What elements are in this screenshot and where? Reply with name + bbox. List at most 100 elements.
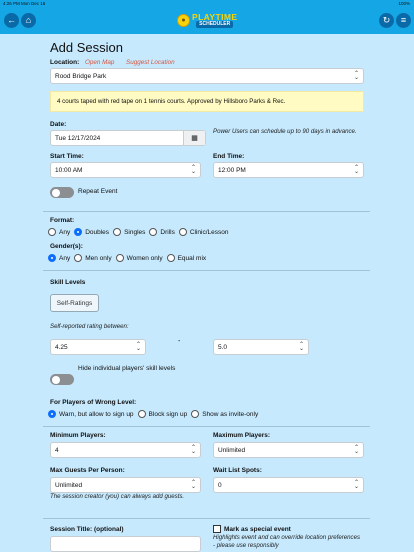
location-note: 4 courts taped with red tape on 1 tennis…	[57, 98, 286, 105]
end-time-value: 12:00 PM	[218, 166, 246, 174]
radio-icon	[113, 228, 122, 236]
start-time-select[interactable]: 10:00 AM ⌃ ⌄	[50, 162, 201, 178]
date-value: Tue 12/17/2024	[55, 134, 101, 142]
session-title-input[interactable]	[50, 536, 201, 552]
page-title: Add Session	[50, 40, 123, 55]
hide-skill-levels-label: Hide individual players' skill levels	[78, 365, 176, 372]
special-event-label: Mark as special event	[224, 525, 291, 533]
repeat-event-label: Repeat Event	[78, 188, 118, 195]
open-map-link[interactable]: Open Map	[85, 59, 114, 66]
app-logo[interactable]: ● PLAYTIME SCHEDULER	[177, 12, 237, 29]
home-button[interactable]: ⌂	[21, 13, 36, 28]
rating-range-label: Self-reported rating between:	[50, 323, 129, 330]
date-note: Power Users can schedule up to 90 days i…	[213, 128, 357, 135]
max-guests-label: Max Guests Per Person:	[50, 467, 125, 474]
wait-list-label: Wait List Spots:	[213, 467, 262, 474]
back-button[interactable]: ←	[4, 13, 19, 28]
back-arrow-icon: ←	[7, 15, 16, 25]
select-arrows-icon: ⌃ ⌄	[353, 71, 359, 81]
special-event-note: Highlights event and can override locati…	[213, 534, 361, 549]
max-players-label: Maximum Players:	[213, 432, 271, 439]
radio-icon	[137, 410, 146, 418]
logo-scheduler: SCHEDULER	[196, 21, 234, 28]
logo-playtime: PLAYTIME	[192, 12, 238, 22]
menu-button[interactable]: ≡	[396, 13, 411, 28]
format-option-any[interactable]: Any	[48, 228, 70, 236]
min-players-label: Minimum Players:	[50, 432, 106, 439]
radio-selected-icon	[48, 410, 56, 418]
max-guests-select[interactable]: Unlimited ⌃ ⌄	[50, 477, 201, 493]
session-title-label: Session Title: (optional)	[50, 526, 124, 533]
wrong-level-option-warn[interactable]: Warn, but allow to sign up	[48, 410, 134, 418]
divider	[43, 211, 370, 212]
repeat-event-toggle[interactable]	[50, 187, 74, 198]
format-label: Format:	[50, 217, 75, 224]
gender-option-any[interactable]: Any	[48, 254, 70, 262]
guests-note: The session creator (you) can always add…	[50, 493, 185, 500]
radio-selected-icon	[48, 254, 56, 262]
format-option-clinic[interactable]: Clinic/Lesson	[178, 228, 229, 236]
format-radio-group: Any Doubles Singles Drills Clinic/Lesson	[48, 228, 233, 236]
end-time-select[interactable]: 12:00 PM ⌃ ⌄	[213, 162, 364, 178]
date-label: Date:	[50, 121, 67, 128]
location-label: Location:	[50, 59, 80, 66]
divider	[43, 426, 370, 427]
calendar-icon[interactable]: ▦	[183, 131, 205, 145]
wrong-level-option-invite-only[interactable]: Show as invite-only	[191, 410, 258, 418]
range-dash: -	[178, 338, 181, 345]
select-arrows-icon: ⌃ ⌄	[353, 445, 359, 455]
skill-levels-label: Skill Levels	[50, 279, 86, 286]
radio-icon	[166, 254, 175, 262]
radio-icon	[149, 228, 158, 236]
hide-skill-levels-toggle[interactable]	[50, 374, 74, 385]
max-players-value: Unlimited	[218, 446, 246, 454]
divider	[43, 270, 370, 271]
gender-radio-group: Any Men only Women only Equal mix	[48, 254, 210, 262]
select-arrows-icon: ⌃ ⌄	[190, 480, 196, 490]
select-arrows-icon: ⌃ ⌄	[190, 445, 196, 455]
status-time: 4:26 PM Mon Dec 16	[3, 0, 46, 6]
max-players-select[interactable]: Unlimited ⌃ ⌄	[213, 442, 364, 458]
rating-max-value: 5.0	[218, 343, 228, 351]
refresh-button[interactable]: ↻	[379, 13, 394, 28]
rating-max-select[interactable]: 5.0 ⌃ ⌄	[213, 339, 309, 355]
start-time-label: Start Time:	[50, 153, 84, 160]
radio-icon	[191, 410, 200, 418]
location-info-box: 4 courts taped with red tape on 1 tennis…	[50, 91, 364, 112]
home-icon: ⌂	[25, 15, 32, 25]
rating-min-select[interactable]: 4.25 ⌃ ⌄	[50, 339, 146, 355]
checkbox-icon	[213, 525, 221, 533]
radio-icon	[48, 228, 56, 236]
suggest-location-link[interactable]: Suggest Location	[126, 59, 175, 66]
date-input[interactable]: Tue 12/17/2024 ▦	[50, 130, 206, 146]
location-select[interactable]: Rood Bridge Park ⌃ ⌄	[50, 68, 364, 84]
max-guests-value: Unlimited	[55, 481, 83, 489]
location-value: Rood Bridge Park	[55, 72, 107, 80]
select-arrows-icon: ⌃ ⌄	[298, 342, 304, 352]
refresh-icon: ↻	[382, 15, 391, 25]
gender-option-equal-mix[interactable]: Equal mix	[166, 254, 206, 262]
min-players-value: 4	[55, 446, 59, 454]
start-time-value: 10:00 AM	[55, 166, 83, 174]
format-option-doubles[interactable]: Doubles	[74, 228, 109, 236]
gender-option-women[interactable]: Women only	[115, 254, 163, 262]
select-arrows-icon: ⌃ ⌄	[353, 480, 359, 490]
radio-icon	[178, 228, 187, 236]
format-option-drills[interactable]: Drills	[149, 228, 175, 236]
special-event-checkbox[interactable]: Mark as special event	[213, 525, 291, 533]
wrong-level-radio-group: Warn, but allow to sign up Block sign up…	[48, 410, 262, 418]
wrong-level-option-block[interactable]: Block sign up	[137, 410, 187, 418]
menu-icon: ≡	[400, 15, 407, 25]
gender-option-men[interactable]: Men only	[74, 254, 112, 262]
wrong-level-label: For Players of Wrong Level:	[50, 399, 137, 406]
select-arrows-icon: ⌃ ⌄	[353, 165, 359, 175]
end-time-label: End Time:	[213, 153, 245, 160]
min-players-select[interactable]: 4 ⌃ ⌄	[50, 442, 201, 458]
select-arrows-icon: ⌃ ⌄	[190, 165, 196, 175]
wait-list-select[interactable]: 0 ⌃ ⌄	[213, 477, 364, 493]
format-option-singles[interactable]: Singles	[113, 228, 145, 236]
self-ratings-button[interactable]: Self-Ratings	[50, 294, 99, 312]
select-arrows-icon: ⌃ ⌄	[135, 342, 141, 352]
radio-icon	[74, 254, 83, 262]
tennis-ball-icon: ●	[177, 14, 190, 27]
